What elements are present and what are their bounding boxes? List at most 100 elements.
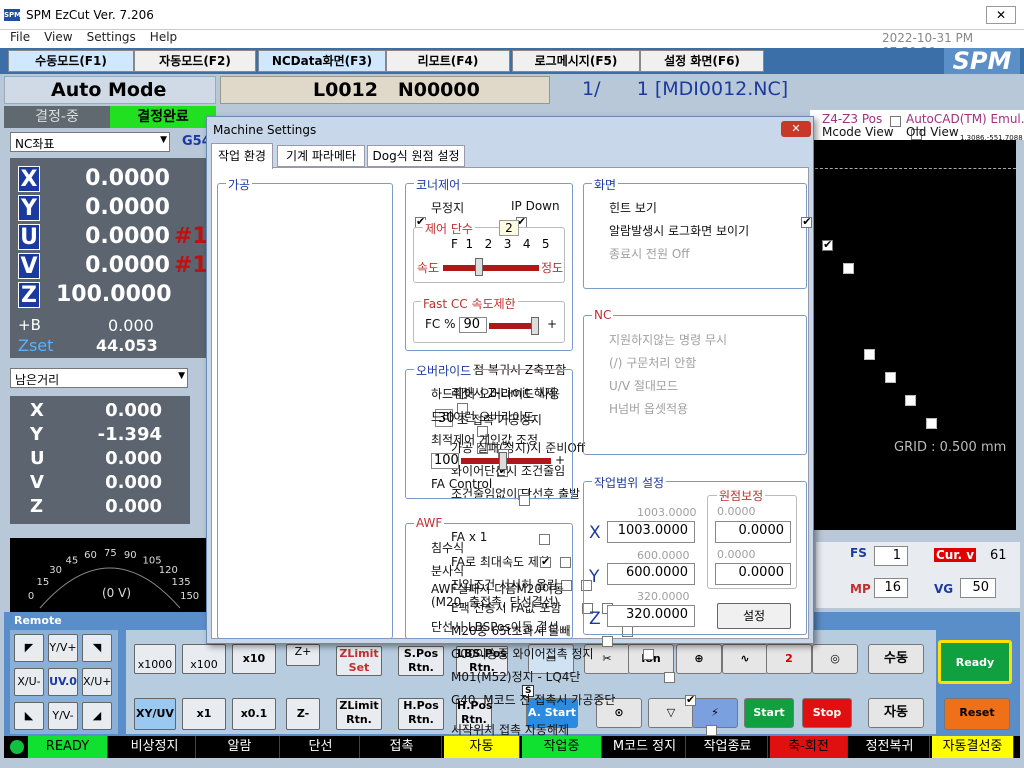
auto-button[interactable]: 자동	[868, 698, 924, 728]
close-icon[interactable]: ✕	[986, 6, 1016, 24]
origin-y-input[interactable]: 0.0000	[715, 563, 791, 585]
axis-label: V	[18, 253, 40, 279]
stop-button[interactable]: Stop	[802, 698, 852, 728]
grid-label: GRID : 0.500 mm	[894, 440, 1007, 455]
fc-value[interactable]: 90	[459, 317, 487, 333]
autocad-checkbox[interactable]	[890, 116, 901, 127]
power-button[interactable]: ⚡	[692, 698, 738, 728]
tab-remote[interactable]: 리모트(F4)	[386, 50, 510, 72]
spos-rtn-button[interactable]: S.Pos Rtn.	[398, 646, 444, 676]
mp-value[interactable]: 16	[874, 578, 908, 598]
z-range-input[interactable]: 320.0000	[607, 605, 695, 627]
facontrol-checkbox[interactable]	[519, 495, 531, 506]
vg-value[interactable]: 50	[960, 578, 996, 598]
nc-hoffset-checkbox[interactable]	[926, 418, 938, 429]
z-plus-button[interactable]: Z+	[286, 644, 320, 666]
gain-value[interactable]: 100	[431, 453, 459, 469]
start-button[interactable]: Start	[744, 698, 794, 728]
two-button[interactable]: 2	[766, 644, 812, 674]
step-value[interactable]: 2	[499, 220, 519, 236]
set-button[interactable]: 설정	[717, 603, 791, 629]
awf-immersion-checkbox[interactable]	[539, 555, 551, 568]
tab-log[interactable]: 로그메시지(F5)	[512, 50, 640, 72]
dialog-close-icon[interactable]: ✕	[781, 121, 811, 137]
jog-yv-minus[interactable]: Y/V-	[48, 702, 78, 730]
x10-button[interactable]: x10	[232, 644, 276, 674]
gain-slider-thumb[interactable]	[499, 452, 507, 470]
gain-plus[interactable]: +	[555, 453, 565, 467]
jog-xu-plus[interactable]: X/U+	[82, 668, 112, 696]
machining-option-checkbox[interactable]	[705, 725, 717, 736]
awf-break-checkbox[interactable]	[602, 636, 614, 647]
tab-machine-params[interactable]: 기계 파라메타	[277, 145, 365, 167]
facontrol-label: FA Control	[431, 477, 493, 491]
jog-diag-dl[interactable]: ◣	[14, 702, 44, 730]
ready-button[interactable]: Ready	[938, 640, 1012, 684]
jog-diag-ul[interactable]: ◤	[14, 634, 44, 662]
origin-x-input[interactable]: 0.0000	[715, 521, 791, 543]
machining-option-checkbox[interactable]	[684, 693, 696, 706]
alarm-log-checkbox[interactable]	[822, 238, 834, 251]
remain-select[interactable]: 남은거리 ▼	[10, 368, 188, 388]
corner-slider[interactable]	[443, 265, 539, 271]
coil-button[interactable]: ◎	[812, 644, 858, 674]
machining-option-checkbox[interactable]	[664, 672, 676, 683]
corner-slider-thumb[interactable]	[475, 258, 483, 276]
jog-yv-plus[interactable]: Y/V+	[48, 634, 78, 662]
jog-diag-dr[interactable]: ◢	[82, 702, 112, 730]
plusb-value: 0.000	[108, 316, 154, 335]
tab-dog-origin[interactable]: Dog식 원점 설정	[367, 145, 465, 167]
gauge-tick-label: 30	[49, 565, 62, 576]
x1-button[interactable]: x1	[182, 698, 226, 730]
gauge-readout: (0 V)	[102, 586, 132, 600]
tab-auto[interactable]: 자동모드(F2)	[134, 50, 256, 72]
menu-file[interactable]: File	[10, 30, 30, 44]
reset-button[interactable]: Reset	[944, 698, 1010, 730]
manual-button[interactable]: 수동	[868, 644, 924, 674]
hpos-rtn-button[interactable]: H.Pos Rtn.	[398, 698, 444, 730]
machining-option-checkbox[interactable]	[643, 649, 655, 660]
fc-slider-thumb[interactable]	[531, 317, 539, 335]
menu-help[interactable]: Help	[150, 30, 177, 44]
x1000-button[interactable]: x1000	[134, 644, 176, 674]
nc-ignore-checkbox[interactable]	[863, 349, 875, 360]
hint-checkbox[interactable]	[801, 215, 813, 228]
app-icon: SPM	[4, 9, 22, 21]
fc-plus[interactable]: +	[547, 317, 557, 331]
nc-slash-checkbox[interactable]	[884, 372, 896, 383]
menu-settings[interactable]: Settings	[87, 30, 136, 44]
coord-select[interactable]: NC좌표 ▼	[10, 132, 170, 152]
poweroff-checkbox[interactable]	[842, 263, 854, 274]
y-range-input[interactable]: 600.0000	[607, 563, 695, 585]
z4z3-label: Z4-Z3 Pos	[822, 112, 883, 126]
clamp-button[interactable]: ⊕	[676, 644, 722, 674]
fs-value[interactable]: 1	[874, 546, 908, 566]
zlimit-rtn-button[interactable]: ZLimit Rtn.	[336, 698, 382, 730]
jog-uv0[interactable]: UV.0	[48, 668, 78, 696]
window-title: SPM EzCut Ver. 7.206	[26, 8, 154, 22]
tab-manual[interactable]: 수동모드(F1)	[8, 50, 134, 72]
jog-diag-ur[interactable]: ◥	[82, 634, 112, 662]
zlimit-set-button[interactable]: ZLimit Set	[336, 646, 382, 676]
z-label: Z	[589, 609, 601, 629]
z-minus-button[interactable]: Z-	[286, 698, 320, 730]
x-label: X	[589, 523, 601, 543]
tab-ncdata[interactable]: NCData화면(F3)	[258, 50, 386, 72]
autocad-label: AutoCAD(TM) Emul.	[906, 112, 1024, 126]
x01-button[interactable]: x0.1	[232, 698, 276, 730]
x-range-input[interactable]: 1003.0000	[607, 521, 695, 543]
status-indicator: M코드 정지	[604, 736, 686, 758]
nc-uv-checkbox[interactable]	[905, 395, 917, 406]
x100-button[interactable]: x100	[182, 644, 226, 674]
menu-view[interactable]: View	[44, 30, 72, 44]
wave-button[interactable]: ∿	[722, 644, 768, 674]
xyuv-button[interactable]: XY/UV	[134, 698, 176, 730]
tab-work-env[interactable]: 작업 환경	[211, 143, 273, 169]
status-indicator: 단선	[282, 736, 360, 758]
gain-label: 최적제어 게인값 조정	[431, 433, 538, 447]
x-hint: 1003.0000	[637, 506, 697, 519]
jog-xu-minus[interactable]: X/U-	[14, 668, 44, 696]
tab-settings[interactable]: 설정 화면(F6)	[640, 50, 764, 72]
spm-logo: SPM	[944, 48, 1020, 74]
awf-break-label: 단선시 LBSPos이동 결선	[431, 620, 559, 634]
